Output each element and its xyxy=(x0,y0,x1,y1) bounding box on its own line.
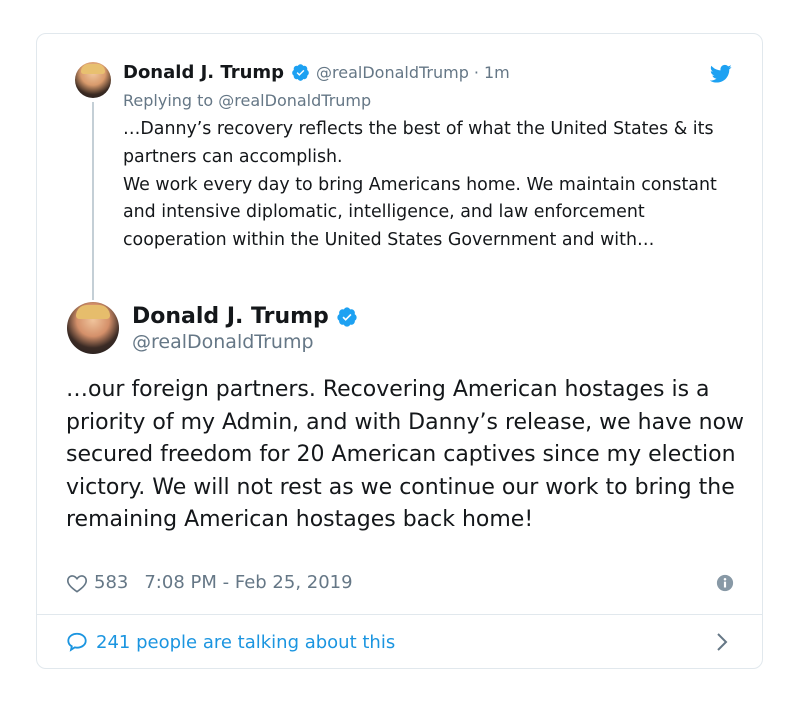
parent-author-handle[interactable]: @realDonaldTrump xyxy=(316,63,469,82)
separator-dot: · xyxy=(473,63,479,82)
main-avatar[interactable] xyxy=(67,302,119,354)
chevron-right-icon[interactable] xyxy=(716,632,728,652)
thread-line xyxy=(92,102,94,300)
embedded-tweet-card: Donald J. Trump @realDonaldTrump · 1m Re… xyxy=(36,33,763,669)
tweet-meta-row: 583 7:08 PM - Feb 25, 2019 xyxy=(66,572,734,593)
parent-tweet-text: …Danny’s recovery reflects the best of w… xyxy=(123,116,748,255)
parent-tweet-header: Donald J. Trump @realDonaldTrump · 1m xyxy=(123,62,510,83)
info-icon[interactable] xyxy=(716,574,734,592)
heart-icon[interactable] xyxy=(66,573,88,593)
main-tweet-text: …our foreign partners. Recovering Americ… xyxy=(66,377,745,532)
replying-to-line: Replying to @realDonaldTrump xyxy=(123,91,371,110)
speech-bubble-icon xyxy=(67,632,87,652)
verified-badge-icon xyxy=(337,306,357,327)
main-author-handle[interactable]: @realDonaldTrump xyxy=(132,331,314,353)
talking-about-link[interactable]: 241 people are talking about this xyxy=(66,628,734,656)
verified-badge-icon xyxy=(292,64,309,81)
parent-tweet-time[interactable]: 1m xyxy=(484,63,510,82)
footer-divider xyxy=(37,614,762,615)
parent-text-line: We work every day to bring Americans hom… xyxy=(123,174,717,251)
replying-to-handle[interactable]: @realDonaldTrump xyxy=(218,91,371,110)
parent-avatar[interactable] xyxy=(75,62,111,98)
like-count[interactable]: 583 xyxy=(94,572,128,593)
main-author-name[interactable]: Donald J. Trump xyxy=(132,304,329,329)
parent-author-name[interactable]: Donald J. Trump xyxy=(123,62,284,83)
main-author-name-row: Donald J. Trump xyxy=(132,304,358,329)
parent-text-line: …Danny’s recovery reflects the best of w… xyxy=(123,119,714,167)
tweet-timestamp[interactable]: 7:08 PM - Feb 25, 2019 xyxy=(144,572,352,593)
replying-prefix: Replying to xyxy=(123,91,214,110)
talking-about-label: 241 people are talking about this xyxy=(96,631,396,653)
twitter-bird-icon[interactable] xyxy=(710,64,732,84)
